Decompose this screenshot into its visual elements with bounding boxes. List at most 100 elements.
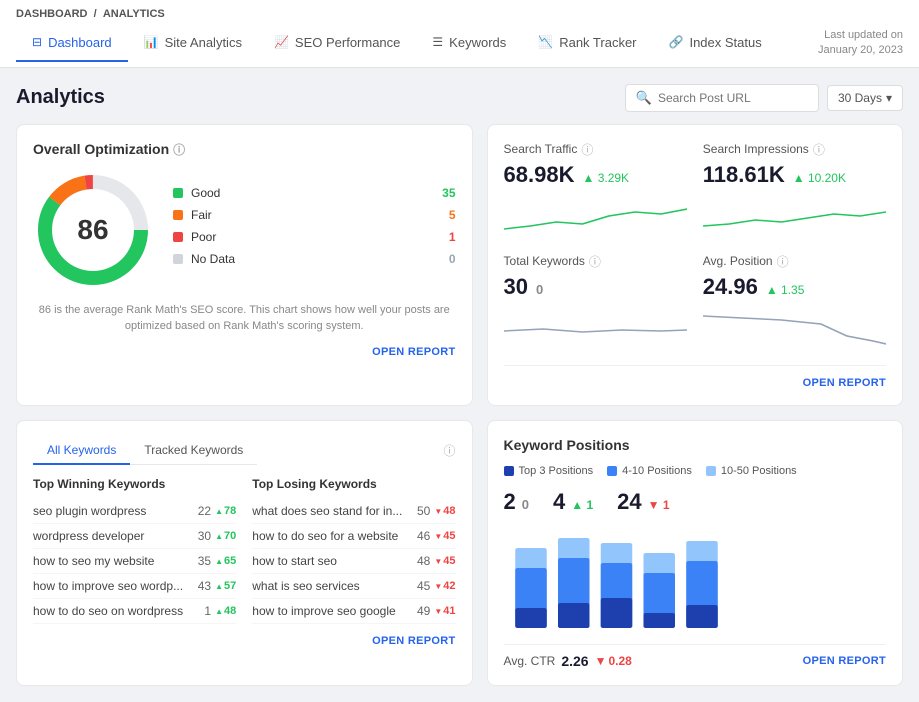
legend-good: Good 35 <box>173 186 456 200</box>
dashboard-icon: ⊟ <box>32 35 42 49</box>
info-icon-traffic[interactable]: ⓘ <box>581 141 593 158</box>
kw-losing-row: what does seo stand for in... 50 48 <box>252 499 455 524</box>
legend: Good 35 Fair 5 Poor 1 <box>173 186 456 274</box>
search-traffic-value: 68.98K ▲ 3.29K <box>504 162 687 188</box>
main-content: Overall Optimization ⓘ 86 <box>0 124 919 702</box>
kw-winning-row: wordpress developer 30 70 <box>33 524 236 549</box>
info-icon[interactable]: ⓘ <box>173 141 185 158</box>
search-impressions-label: Search Impressions <box>703 142 809 156</box>
positions-open-report-link[interactable]: OPEN REPORT <box>803 655 886 667</box>
legend-poor: Poor 1 <box>173 230 456 244</box>
kw-tab-all[interactable]: All Keywords <box>33 437 130 465</box>
tab-bar: ⊟ Dashboard 📊 Site Analytics 📈 SEO Perfo… <box>16 25 778 62</box>
low-dot <box>706 466 716 476</box>
opt-description: 86 is the average Rank Math's SEO score.… <box>33 302 456 335</box>
winning-col: Top Winning Keywords seo plugin wordpres… <box>33 477 236 624</box>
tab-site-analytics[interactable]: 📊 Site Analytics <box>128 25 258 62</box>
info-icon-keywords[interactable]: ⓘ <box>589 253 601 270</box>
tab-seo-performance[interactable]: 📈 SEO Performance <box>258 25 416 62</box>
top3-dot <box>504 466 514 476</box>
overall-optimization-title: Overall Optimization ⓘ <box>33 141 456 158</box>
kw-losing-row: how to start seo 48 45 <box>252 549 455 574</box>
nodata-dot <box>173 254 183 264</box>
tab-dashboard[interactable]: ⊟ Dashboard <box>16 25 128 62</box>
page-title: Analytics <box>16 86 105 109</box>
fair-dot <box>173 210 183 220</box>
tab-rank-tracker[interactable]: 📉 Rank Tracker <box>522 25 652 62</box>
legend-fair: Fair 5 <box>173 208 456 222</box>
ctr-value: 2.26 <box>561 653 588 669</box>
losing-col: Top Losing Keywords what does seo stand … <box>252 477 455 624</box>
tab-keywords[interactable]: ☰ Keywords <box>416 25 522 62</box>
search-traffic-card: Search Traffic ⓘ 68.98K ▲ 3.29K Search I… <box>487 124 903 406</box>
info-icon-position[interactable]: ⓘ <box>777 253 789 270</box>
search-impressions-value: 118.61K ▲ 10.20K <box>703 162 886 188</box>
opt-content: 86 Good 35 Fair 5 <box>33 170 456 290</box>
ctr-row: Avg. CTR 2.26 ▼ 0.28 OPEN REPORT <box>504 644 886 669</box>
top-nav: DASHBOARD / ANALYTICS ⊟ Dashboard 📊 Site… <box>0 0 919 68</box>
breadcrumb-current: ANALYTICS <box>103 8 165 20</box>
keywords-table: Top Winning Keywords seo plugin wordpres… <box>33 477 456 624</box>
keywords-tabs: All Keywords Tracked Keywords <box>33 437 257 465</box>
pos-stat-1: 2 0 <box>504 489 529 515</box>
seo-performance-icon: 📈 <box>274 35 289 49</box>
pos-stat-2: 4 ▲ 1 <box>553 489 593 515</box>
legend-top3: Top 3 Positions <box>504 465 594 477</box>
kw-winning-row: seo plugin wordpress 22 78 <box>33 499 236 524</box>
good-dot <box>173 188 183 198</box>
kw-open-report-link[interactable]: OPEN REPORT <box>372 635 455 647</box>
tab-dashboard-label: Dashboard <box>48 35 112 50</box>
kw-tab-tracked[interactable]: Tracked Keywords <box>130 437 257 465</box>
search-box[interactable]: 🔍 <box>625 84 819 112</box>
header-controls: 🔍 30 Days ▾ <box>625 84 903 112</box>
tab-index-status[interactable]: 🔗 Index Status <box>653 25 778 62</box>
breadcrumb-root: DASHBOARD <box>16 8 88 20</box>
days-label: 30 Days <box>838 91 882 105</box>
kw-losing-row: what is seo services 45 42 <box>252 574 455 599</box>
search-icon: 🔍 <box>636 90 652 106</box>
winning-header: Top Winning Keywords <box>33 477 236 491</box>
tab-index-status-label: Index Status <box>689 35 761 50</box>
info-icon-impressions[interactable]: ⓘ <box>813 141 825 158</box>
opt-open-report-link[interactable]: OPEN REPORT <box>372 346 455 358</box>
search-input[interactable] <box>658 91 808 105</box>
avg-position-label: Avg. Position <box>703 254 773 268</box>
info-icon-kw[interactable]: ⓘ <box>444 442 456 459</box>
traffic-open-report-link[interactable]: OPEN REPORT <box>803 377 886 389</box>
last-updated: Last updated on January 20, 2023 <box>818 20 903 67</box>
keywords-card: All Keywords Tracked Keywords ⓘ Top Winn… <box>16 420 473 686</box>
donut-chart: 86 <box>33 170 153 290</box>
metric-search-impressions: Search Impressions ⓘ 118.61K ▲ 10.20K <box>703 141 886 237</box>
site-analytics-icon: 📊 <box>144 35 159 49</box>
poor-dot <box>173 232 183 242</box>
tab-keywords-label: Keywords <box>449 35 506 50</box>
rank-tracker-icon: 📉 <box>538 35 553 49</box>
search-traffic-label: Search Traffic <box>504 142 578 156</box>
days-select[interactable]: 30 Days ▾ <box>827 85 903 111</box>
tab-seo-performance-label: SEO Performance <box>295 35 401 50</box>
total-keywords-value: 30 0 <box>504 274 687 300</box>
kw-winning-row: how to do seo on wordpress 1 48 <box>33 599 236 624</box>
kw-winning-row: how to improve seo wordp... 43 57 <box>33 574 236 599</box>
keyword-positions-title: Keyword Positions <box>504 437 886 453</box>
overall-optimization-card: Overall Optimization ⓘ 86 <box>16 124 473 406</box>
kw-open-report: OPEN REPORT <box>33 632 456 647</box>
pos-stat-3: 24 ▼ 1 <box>617 489 669 515</box>
tab-site-analytics-label: Site Analytics <box>165 35 242 50</box>
bar-chart <box>504 523 886 636</box>
ctr-change: ▼ 0.28 <box>595 654 632 668</box>
nodata-count: 0 <box>449 252 456 266</box>
legend-10-50: 10-50 Positions <box>706 465 797 477</box>
page-header: Analytics 🔍 30 Days ▾ <box>0 68 919 124</box>
tab-rank-tracker-label: Rank Tracker <box>559 35 636 50</box>
positions-legend: Top 3 Positions 4-10 Positions 10-50 Pos… <box>504 465 886 477</box>
legend-4-10: 4-10 Positions <box>607 465 692 477</box>
metric-total-keywords: Total Keywords ⓘ 30 0 <box>504 253 687 349</box>
chevron-down-icon: ▾ <box>886 91 892 105</box>
kw-winning-row: how to seo my website 35 65 <box>33 549 236 574</box>
keyword-positions-card: Keyword Positions Top 3 Positions 4-10 P… <box>487 420 903 686</box>
positions-stats: 2 0 4 ▲ 1 24 ▼ 1 <box>504 489 886 515</box>
metric-avg-position: Avg. Position ⓘ 24.96 ▲ 1.35 <box>703 253 886 349</box>
opt-open-report: OPEN REPORT <box>33 343 456 358</box>
losing-header: Top Losing Keywords <box>252 477 455 491</box>
